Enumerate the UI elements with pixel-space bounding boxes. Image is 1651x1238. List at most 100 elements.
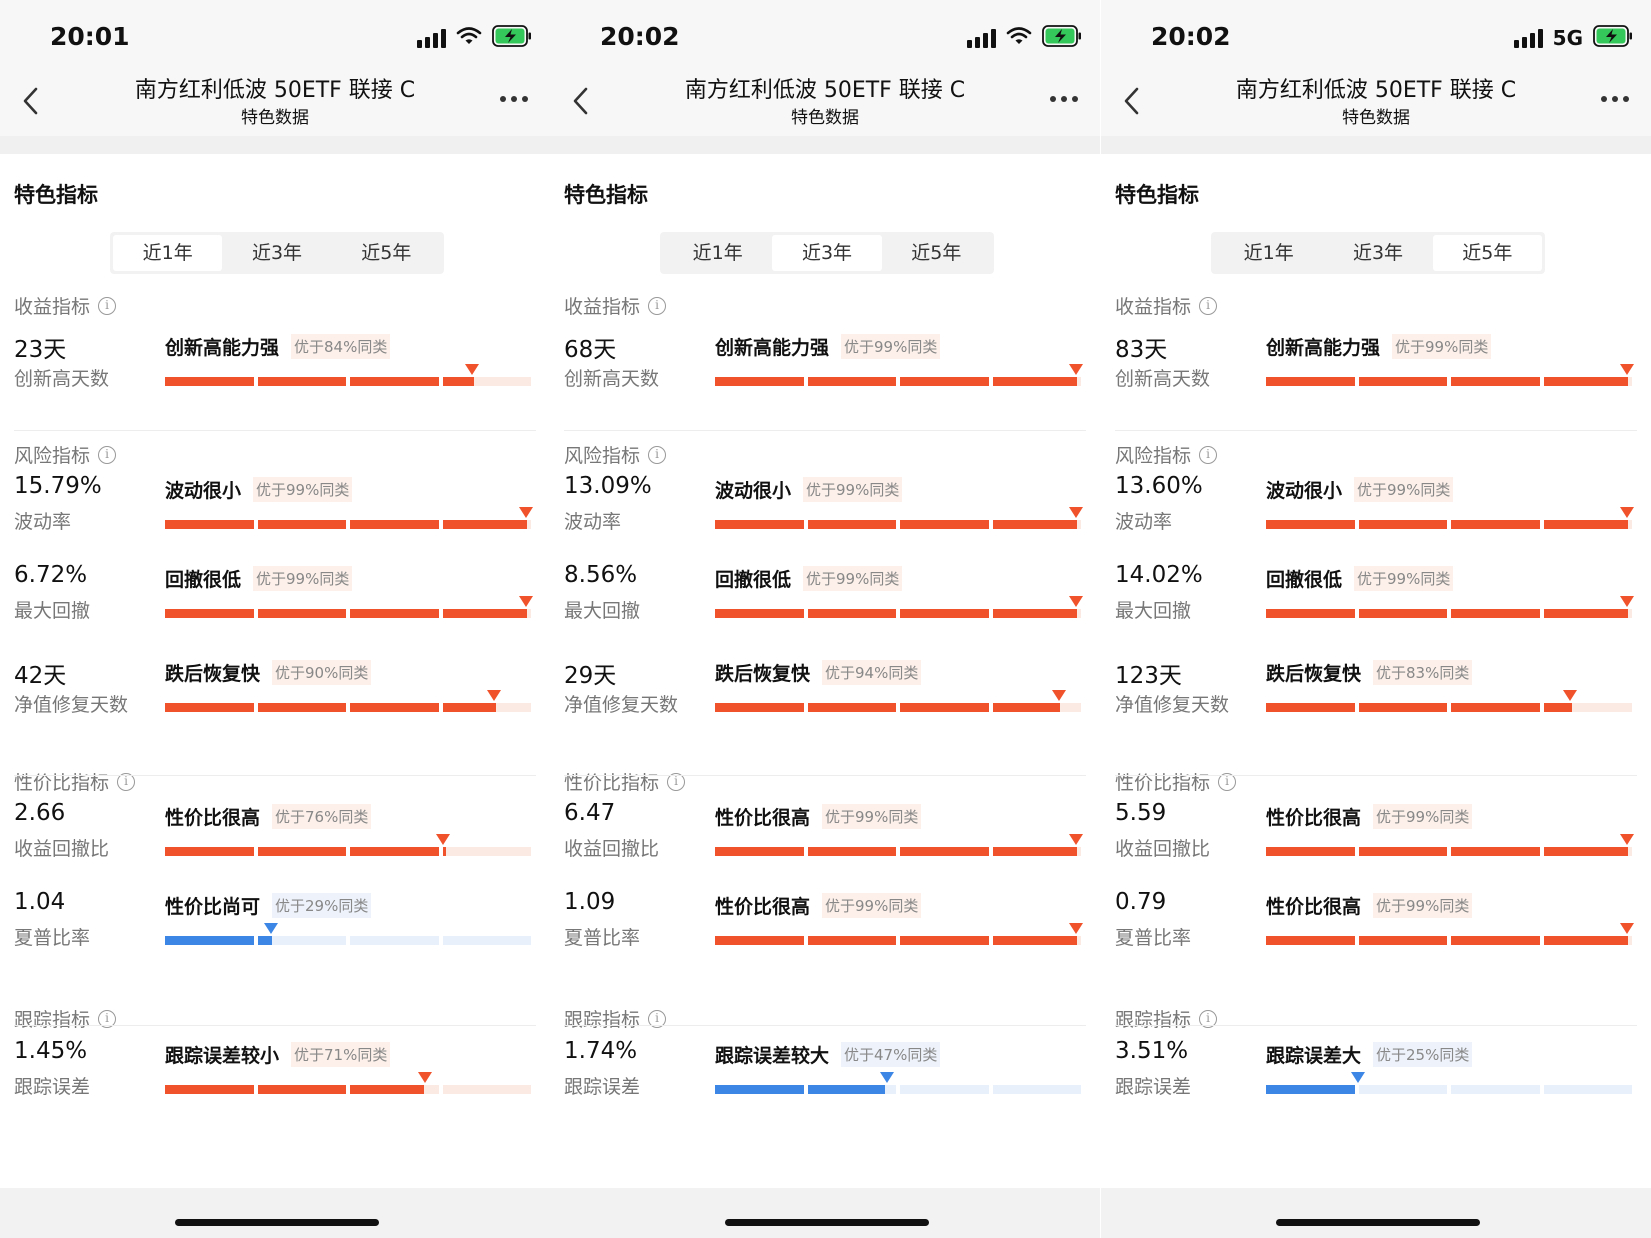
status-time: 20:02 [1151,22,1231,51]
rank-label: 波动很小 [165,480,242,502]
bar-fill [1266,703,1355,712]
metric-value: 68天 [564,337,617,363]
percentile-marker-icon [487,690,502,701]
bar-segment [1543,1085,1632,1094]
percentile-badge: 优于99%同类 [1354,477,1454,502]
percentile-bar [165,703,531,712]
bar-segment [1266,377,1355,386]
group-title-text: 跟踪指标 [564,1009,641,1031]
tab-period-5y[interactable]: 近5年 [332,235,441,271]
bar-fill [992,847,1078,856]
status-icons [967,25,1082,50]
bar-segment [1266,609,1355,618]
bar-segment [442,520,531,529]
rank-label-row: 跌后恢复快 优于90%同类 [165,659,372,686]
divider [564,775,1086,776]
bar-fill [1451,520,1540,529]
bar-segment [350,377,439,386]
info-icon[interactable]: i [648,296,667,315]
percentile-badge: 优于99%同类 [822,893,922,918]
bar-fill [257,936,272,945]
tab-period-3y[interactable]: 近3年 [1323,235,1432,271]
bar-fill [1266,609,1355,618]
period-tabs: 近1年 近3年 近5年 [1211,232,1545,274]
more-options-icon[interactable] [500,96,528,102]
metric-value: 13.60% [1115,473,1203,499]
bar-segment [992,847,1081,856]
bar-fill [992,703,1060,712]
percentile-badge: 优于99%同类 [253,477,353,502]
info-icon[interactable]: i [98,445,117,464]
divider [14,430,536,431]
more-options-icon[interactable] [1050,96,1078,102]
cellular-signal-icon [967,28,996,48]
home-indicator[interactable] [1276,1219,1480,1226]
bar-fill [715,520,804,529]
metric-name: 波动率 [14,511,72,533]
tab-period-3y[interactable]: 近3年 [772,235,882,271]
divider [14,1025,536,1026]
bar-segment [257,520,346,529]
info-icon[interactable]: i [648,445,667,464]
bar-segment [1358,377,1447,386]
group-title-text: 性价比指标 [1115,772,1211,794]
rank-label-row: 跌后恢复快 优于94%同类 [715,659,922,686]
status-nav-bar: 20:01 南方红利低波 50ETF 联接 C 特色数据 [0,0,550,136]
more-options-icon[interactable] [1601,96,1629,102]
tab-period-1y[interactable]: 近1年 [113,235,223,271]
bar-fill [1543,936,1629,945]
bar-fill [807,847,896,856]
tab-period-1y[interactable]: 近1年 [663,235,772,271]
bar-fill [715,847,804,856]
percentile-bar [1266,936,1632,945]
bar-fill [807,377,896,386]
info-icon[interactable]: i [1199,296,1218,315]
bar-fill [1543,703,1572,712]
bar-fill [1358,703,1447,712]
bar-segment [165,1085,254,1094]
bar-fill [1543,520,1629,529]
indicator-group-title: 风险指标 i [564,441,667,468]
home-indicator[interactable] [175,1219,379,1226]
bar-segment [1543,609,1632,618]
percentile-bar [165,609,531,618]
bar-fill [1451,847,1540,856]
bar-fill [715,1085,804,1094]
bar-fill [165,609,254,618]
section-separator [550,136,1100,154]
percentile-badge: 优于90%同类 [272,660,372,685]
info-icon[interactable]: i [1199,445,1218,464]
metric-value: 0.79 [1115,889,1167,915]
phone-screen-3: 20:02 5G 南方红利低波 50ETF 联接 C 特色数据 特色指标 近1年 近3年 近5… [1101,0,1651,1238]
bar-segment [350,520,439,529]
percentile-badge: 优于29%同类 [272,893,372,918]
percentile-marker-icon [1620,507,1634,518]
percentile-bar [715,703,1081,712]
tab-period-5y[interactable]: 近5年 [882,235,991,271]
metric-value: 6.47 [564,800,616,826]
percentile-marker-icon [1069,364,1083,375]
tab-period-3y[interactable]: 近3年 [222,235,331,271]
info-icon[interactable]: i [98,296,117,315]
section-title: 特色指标 [564,183,648,207]
metric-name: 夏普比率 [564,927,641,949]
home-indicator[interactable] [725,1219,929,1226]
tab-period-5y[interactable]: 近5年 [1432,235,1542,271]
bar-fill [350,703,439,712]
indicator-group-title: 跟踪指标 i [564,1005,667,1032]
percentile-marker-icon [519,596,533,607]
tab-period-1y[interactable]: 近1年 [1214,235,1323,271]
phone-screen-1: 20:01 南方红利低波 50ETF 联接 C 特色数据 特色指标 近1年 近3年 近5年收… [0,0,550,1238]
rank-label-row: 回撤很低 优于99%同类 [1266,565,1454,592]
bar-fill [1451,936,1540,945]
bar-fill [350,377,439,386]
metric-value: 14.02% [1115,562,1203,588]
rank-label: 性价比很高 [165,807,261,829]
bar-segment [1358,520,1447,529]
group-title-text: 风险指标 [564,445,641,467]
indicator-group-title: 收益指标 i [1115,292,1218,319]
indicator-group-title: 风险指标 i [14,441,117,468]
bar-segment [715,520,804,529]
metric-name: 创新高天数 [1115,368,1211,390]
metric-name: 跟踪误差 [564,1076,641,1098]
